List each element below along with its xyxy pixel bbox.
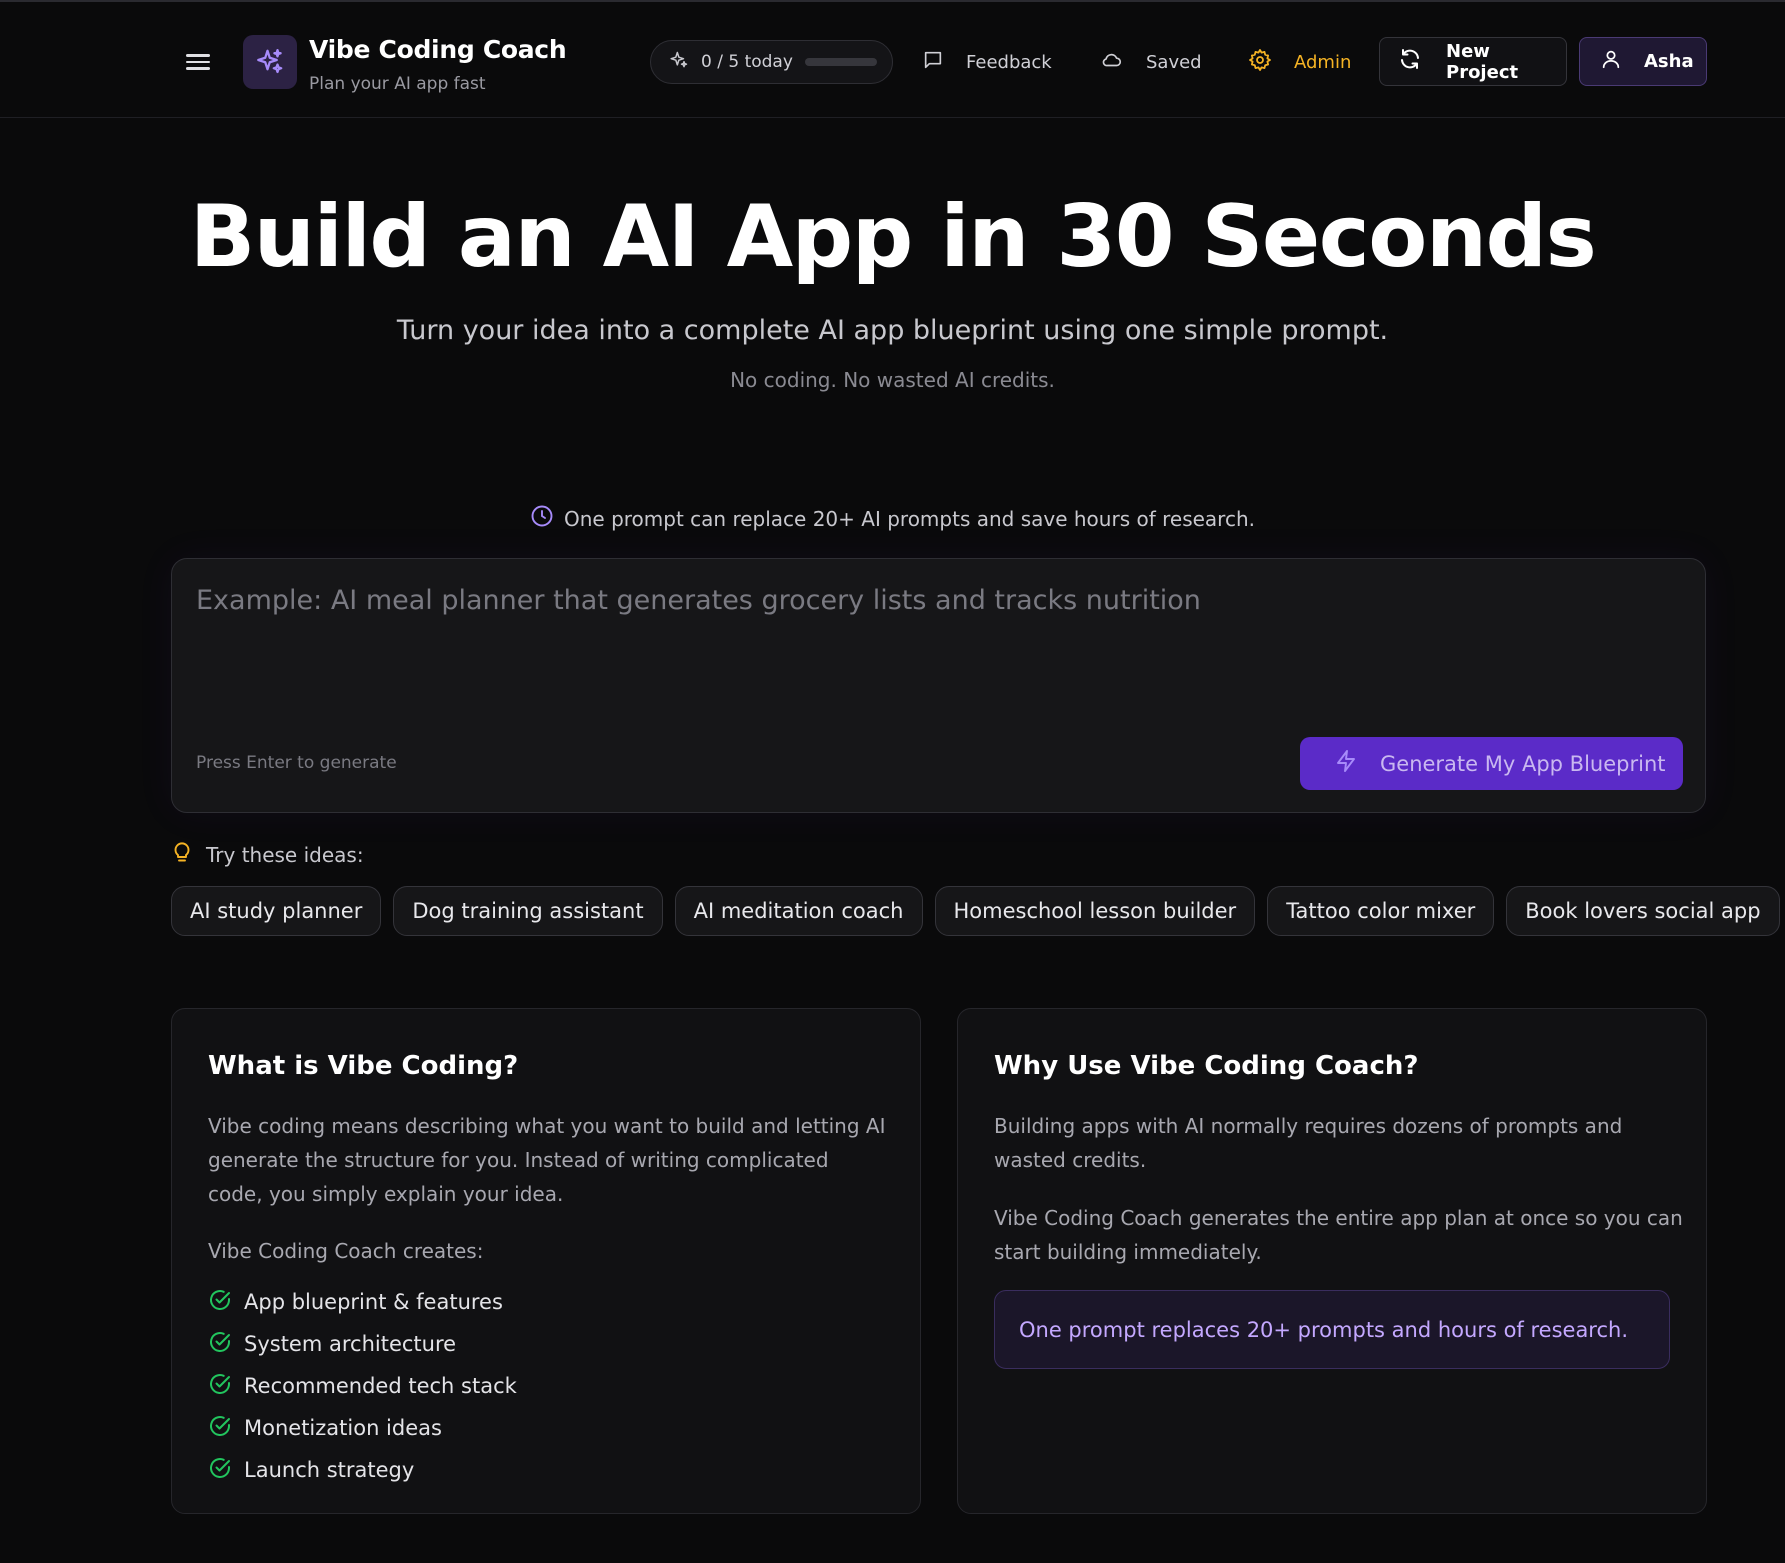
generate-blueprint-button[interactable]: Generate My App Blueprint [1300, 737, 1683, 790]
check-circle-icon [208, 1330, 232, 1359]
hero-note: No coding. No wasted AI credits. [730, 368, 1055, 392]
saved-button[interactable]: Saved [1100, 40, 1202, 84]
brand-title: Vibe Coding Coach [309, 35, 567, 64]
generate-label: Generate My App Blueprint [1380, 751, 1666, 776]
sparkles-icon [669, 50, 689, 74]
idea-chip[interactable]: Book lovers social app [1506, 886, 1780, 936]
creates-label: Vibe Coding Coach creates: [208, 1239, 484, 1263]
top-bar: Vibe Coding Coach Plan your AI app fast … [0, 2, 1785, 118]
user-menu-button[interactable]: Asha [1579, 37, 1707, 86]
usage-count: 0 / 5 today [701, 52, 793, 72]
idea-prompt-input[interactable] [196, 585, 1676, 705]
message-square-icon [922, 49, 944, 76]
check-circle-icon [208, 1414, 232, 1443]
check-circle-icon [208, 1456, 232, 1485]
feedback-button[interactable]: Feedback [922, 40, 1052, 84]
idea-chip[interactable]: Dog training assistant [393, 886, 663, 936]
saved-label: Saved [1146, 51, 1202, 73]
list-item-label: App blueprint & features [244, 1290, 503, 1314]
brand-subtitle: Plan your AI app fast [309, 74, 486, 94]
card-title: Why Use Vibe Coding Coach? [994, 1051, 1419, 1081]
idea-chip[interactable]: AI meditation coach [674, 886, 923, 936]
admin-button[interactable]: Admin [1248, 40, 1351, 84]
card-title: What is Vibe Coding? [208, 1051, 519, 1081]
list-item-label: Recommended tech stack [244, 1374, 517, 1398]
card-body: Vibe Coding Coach generates the entire a… [994, 1206, 1683, 1264]
feedback-label: Feedback [966, 51, 1052, 73]
idea-chip[interactable]: AI study planner [171, 886, 382, 936]
hamburger-menu-icon[interactable] [186, 50, 210, 74]
check-circle-icon [208, 1288, 232, 1317]
prompt-panel: Press Enter to generate Generate My App … [171, 558, 1706, 813]
what-is-vibe-coding-card: What is Vibe Coding? Vibe coding means d… [171, 1008, 921, 1514]
new-project-label: New Project [1446, 40, 1519, 83]
list-item: Launch strategy [208, 1449, 517, 1491]
ideas-heading: Try these ideas: [172, 840, 364, 869]
refresh-icon [1398, 47, 1422, 76]
usage-indicator: 0 / 5 today [650, 40, 893, 84]
highlight-callout: One prompt replaces 20+ prompts and hour… [994, 1290, 1670, 1369]
features-list: App blueprint & features System architec… [208, 1281, 517, 1491]
list-item: Recommended tech stack [208, 1365, 517, 1407]
idea-chip[interactable]: Homeschool lesson builder [934, 886, 1256, 936]
idea-chips: AI study planner Dog training assistant … [171, 886, 1780, 936]
lightbulb-icon [172, 840, 192, 869]
gear-icon [1248, 48, 1272, 77]
clock-icon [530, 504, 554, 533]
user-icon [1600, 48, 1622, 75]
list-item: App blueprint & features [208, 1281, 517, 1323]
tip-banner: One prompt can replace 20+ AI prompts an… [0, 504, 1785, 533]
why-use-card: Why Use Vibe Coding Coach? Building apps… [957, 1008, 1707, 1514]
idea-chip[interactable]: Tattoo color mixer [1267, 886, 1495, 936]
card-body: Building apps with AI normally requires … [994, 1114, 1623, 1172]
list-item: Monetization ideas [208, 1407, 517, 1449]
admin-label: Admin [1294, 51, 1352, 73]
lightning-icon [1334, 749, 1358, 778]
prompt-hint: Press Enter to generate [196, 753, 397, 773]
tip-text: One prompt can replace 20+ AI prompts an… [564, 506, 1255, 531]
usage-progress-bar [804, 58, 877, 66]
ideas-label: Try these ideas: [206, 842, 364, 867]
list-item: System architecture [208, 1323, 517, 1365]
list-item-label: System architecture [244, 1332, 457, 1356]
card-body: Vibe coding means describing what you wa… [208, 1114, 886, 1206]
check-circle-icon [208, 1372, 232, 1401]
list-item-label: Monetization ideas [244, 1416, 442, 1440]
user-name: Asha [1644, 51, 1694, 72]
sparkles-icon [243, 35, 297, 89]
hero-subtitle: Turn your idea into a complete AI app bl… [396, 315, 1389, 346]
cloud-icon [1100, 49, 1124, 76]
list-item-label: Launch strategy [244, 1458, 415, 1482]
new-project-button[interactable]: New Project [1379, 37, 1567, 86]
hero-title: Build an AI App in 30 Seconds [189, 187, 1597, 287]
